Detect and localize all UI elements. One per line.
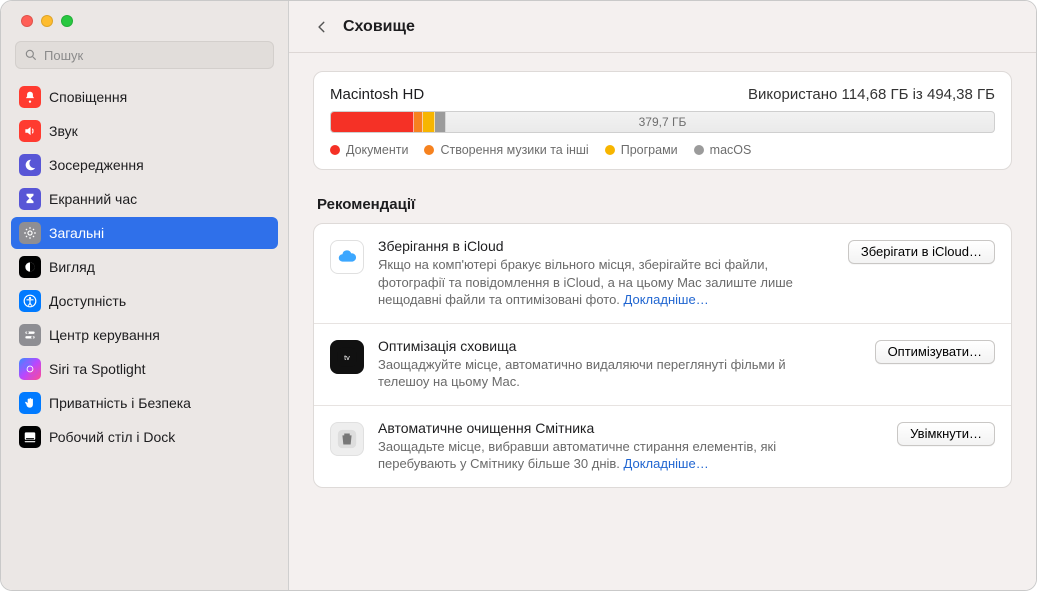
speaker-icon: [19, 120, 41, 142]
sidebar-item-10[interactable]: Робочий стіл і Dock: [11, 421, 278, 453]
recommendation-title: Зберігання в iCloud: [378, 238, 834, 254]
sidebar: Сповіщення Звук Зосередження Екранний час За…: [1, 1, 289, 590]
disk-name: Macintosh HD: [330, 86, 424, 103]
free-space-label: 379,7 ГБ: [331, 112, 994, 132]
sidebar-item-label: Звук: [49, 123, 78, 139]
recommendation-row-1: Оптимізація сховища Заощаджуйте місце, ав…: [314, 323, 1011, 405]
bell-icon: [19, 86, 41, 108]
recommendation-button-1[interactable]: Оптимізувати…: [875, 340, 995, 364]
hand-icon: [19, 392, 41, 414]
sidebar-item-label: Зосередження: [49, 157, 144, 173]
recommendation-row-0: Зберігання в iCloud Якщо на комп'ютері бр…: [314, 224, 1011, 323]
gear-icon: [19, 222, 41, 244]
content-area: Macintosh HD Використано 114,68 ГБ із 49…: [289, 53, 1036, 512]
recommendation-action: Зберігати в iCloud…: [848, 240, 995, 264]
titlebar: Сховище: [289, 1, 1036, 53]
sidebar-item-label: Приватність і Безпека: [49, 395, 191, 411]
recommendation-body: Зберігання в iCloud Якщо на комп'ютері бр…: [378, 238, 834, 309]
recommendation-desc: Заощаджуйте місце, автоматично видаляючи…: [378, 356, 818, 391]
appletv-icon: [330, 340, 364, 374]
sidebar-item-label: Siri та Spotlight: [49, 361, 146, 377]
recommendation-title: Оптимізація сховища: [378, 338, 861, 354]
recommendation-button-2[interactable]: Увімкнути…: [897, 422, 995, 446]
legend-dot-icon: [424, 145, 434, 155]
icloud-icon: [330, 240, 364, 274]
close-window-button[interactable]: [21, 15, 33, 27]
sidebar-item-label: Робочий стіл і Dock: [49, 429, 175, 445]
sidebar-item-label: Екранний час: [49, 191, 137, 207]
legend-label: macOS: [710, 143, 752, 157]
contrast-icon: [19, 256, 41, 278]
sidebar-item-6[interactable]: Доступність: [11, 285, 278, 317]
chevron-left-icon: [315, 18, 329, 36]
legend-item-1: Створення музики та інші: [424, 143, 588, 157]
legend-dot-icon: [330, 145, 340, 155]
main-content: Сховище Macintosh HD Використано 114,68 …: [289, 1, 1036, 590]
sidebar-item-7[interactable]: Центр керування: [11, 319, 278, 351]
page-title: Сховище: [343, 18, 415, 36]
sidebar-item-4[interactable]: Загальні: [11, 217, 278, 249]
accessibility-icon: [19, 290, 41, 312]
sidebar-item-0[interactable]: Сповіщення: [11, 81, 278, 113]
window-controls: [1, 1, 288, 35]
moon-icon: [19, 154, 41, 176]
storage-legend: Документи Створення музики та інші Програм…: [330, 143, 995, 157]
dock-icon: [19, 426, 41, 448]
legend-item-2: Програми: [605, 143, 678, 157]
siri-icon: [19, 358, 41, 380]
recommendation-title: Автоматичне очищення Смітника: [378, 420, 883, 436]
legend-item-0: Документи: [330, 143, 408, 157]
learn-more-link[interactable]: Докладніше…: [624, 292, 709, 307]
legend-dot-icon: [605, 145, 615, 155]
minimize-window-button[interactable]: [41, 15, 53, 27]
learn-more-link[interactable]: Докладніше…: [624, 456, 709, 471]
search-icon: [24, 48, 38, 62]
recommendation-button-0[interactable]: Зберігати в iCloud…: [848, 240, 995, 264]
recommendation-action: Оптимізувати…: [875, 340, 995, 364]
search-field[interactable]: [15, 41, 274, 69]
back-button[interactable]: [311, 12, 333, 42]
sidebar-item-label: Сповіщення: [49, 89, 127, 105]
settings-window: Сповіщення Звук Зосередження Екранний час За…: [0, 0, 1037, 591]
recommendation-desc: Якщо на комп'ютері бракує вільного місця…: [378, 256, 818, 309]
legend-dot-icon: [694, 145, 704, 155]
recommendation-action: Увімкнути…: [897, 422, 995, 446]
legend-label: Документи: [346, 143, 408, 157]
sidebar-item-label: Вигляд: [49, 259, 95, 275]
recommendation-row-2: Автоматичне очищення Смітника Заощадьте м…: [314, 405, 1011, 487]
sidebar-item-1[interactable]: Звук: [11, 115, 278, 147]
disk-usage-text: Використано 114,68 ГБ із 494,38 ГБ: [748, 86, 995, 103]
legend-label: Створення музики та інші: [440, 143, 588, 157]
hourglass-icon: [19, 188, 41, 210]
legend-label: Програми: [621, 143, 678, 157]
storage-bar: 379,7 ГБ: [330, 111, 995, 133]
zoom-window-button[interactable]: [61, 15, 73, 27]
trash-icon: [330, 422, 364, 456]
recommendation-body: Оптимізація сховища Заощаджуйте місце, ав…: [378, 338, 861, 391]
sidebar-item-2[interactable]: Зосередження: [11, 149, 278, 181]
legend-item-3: macOS: [694, 143, 752, 157]
recommendation-desc: Заощадьте місце, вибравши автоматичне ст…: [378, 438, 818, 473]
search-wrap: [1, 35, 288, 81]
sidebar-item-3[interactable]: Екранний час: [11, 183, 278, 215]
sidebar-item-label: Доступність: [49, 293, 126, 309]
recommendations-heading: Рекомендації: [317, 196, 1012, 213]
sidebar-item-label: Центр керування: [49, 327, 160, 343]
sidebar-item-8[interactable]: Siri та Spotlight: [11, 353, 278, 385]
sidebar-item-label: Загальні: [49, 225, 104, 241]
sidebar-item-5[interactable]: Вигляд: [11, 251, 278, 283]
sidebar-item-9[interactable]: Приватність і Безпека: [11, 387, 278, 419]
switches-icon: [19, 324, 41, 346]
recommendation-body: Автоматичне очищення Смітника Заощадьте м…: [378, 420, 883, 473]
search-input[interactable]: [44, 48, 265, 63]
sidebar-nav: Сповіщення Звук Зосередження Екранний час За…: [1, 81, 288, 455]
recommendations-list: Зберігання в iCloud Якщо на комп'ютері бр…: [313, 223, 1012, 488]
disk-card: Macintosh HD Використано 114,68 ГБ із 49…: [313, 71, 1012, 170]
